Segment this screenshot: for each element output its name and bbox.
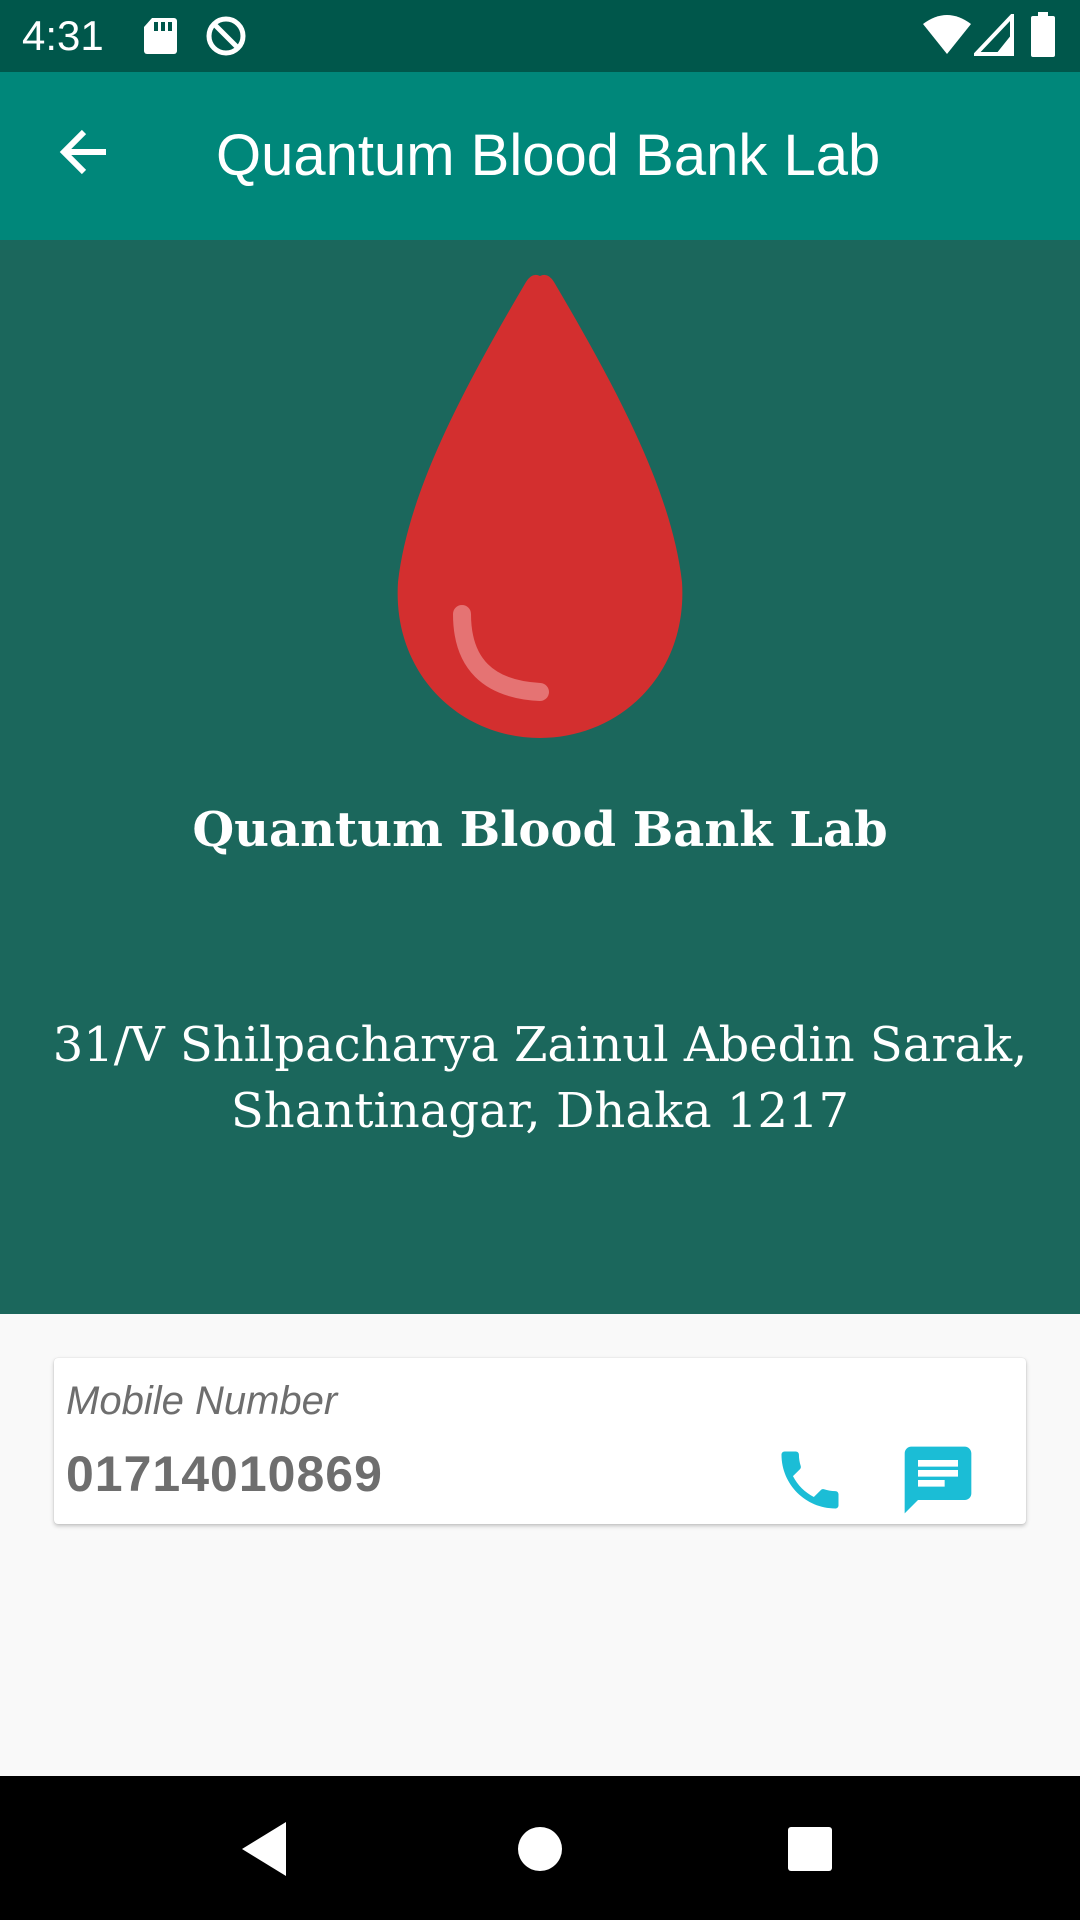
blood-bank-name: Quantum Blood Bank Lab xyxy=(192,802,888,858)
sd-card-icon xyxy=(142,16,178,56)
phone-icon xyxy=(772,1442,848,1518)
cellular-signal-icon xyxy=(974,14,1014,56)
battery-icon xyxy=(1030,12,1056,58)
message-icon xyxy=(898,1440,978,1520)
nav-recents-icon xyxy=(760,1798,860,1898)
wifi-icon xyxy=(922,14,972,56)
status-bar: 4:31 xyxy=(0,0,1080,72)
nav-back-button[interactable] xyxy=(220,1798,320,1898)
mobile-number-value: 01714010869 xyxy=(66,1446,383,1502)
message-button[interactable] xyxy=(886,1438,990,1522)
hero-section: Quantum Blood Bank Lab 31/V Shilpacharya… xyxy=(0,240,1080,1314)
arrow-back-icon xyxy=(58,126,110,178)
nav-home-icon xyxy=(490,1798,590,1898)
mobile-number-label: Mobile Number xyxy=(66,1379,338,1423)
blood-drop-icon xyxy=(390,264,690,738)
page-title: Quantum Blood Bank Lab xyxy=(216,123,881,188)
call-button[interactable] xyxy=(758,1438,862,1522)
mobile-number-card: Mobile Number 01714010869 xyxy=(54,1358,1026,1524)
navigation-bar xyxy=(0,1776,1080,1920)
nav-home-button[interactable] xyxy=(490,1798,590,1898)
do-not-disturb-icon xyxy=(204,14,248,58)
nav-recents-button[interactable] xyxy=(760,1798,860,1898)
app-bar: Quantum Blood Bank Lab xyxy=(0,72,1080,240)
status-time: 4:31 xyxy=(22,12,104,59)
blood-bank-address: 31/V Shilpacharya Zainul Abedin Sarak, S… xyxy=(52,1017,1028,1139)
back-button[interactable] xyxy=(44,112,124,192)
nav-back-icon xyxy=(220,1798,320,1898)
